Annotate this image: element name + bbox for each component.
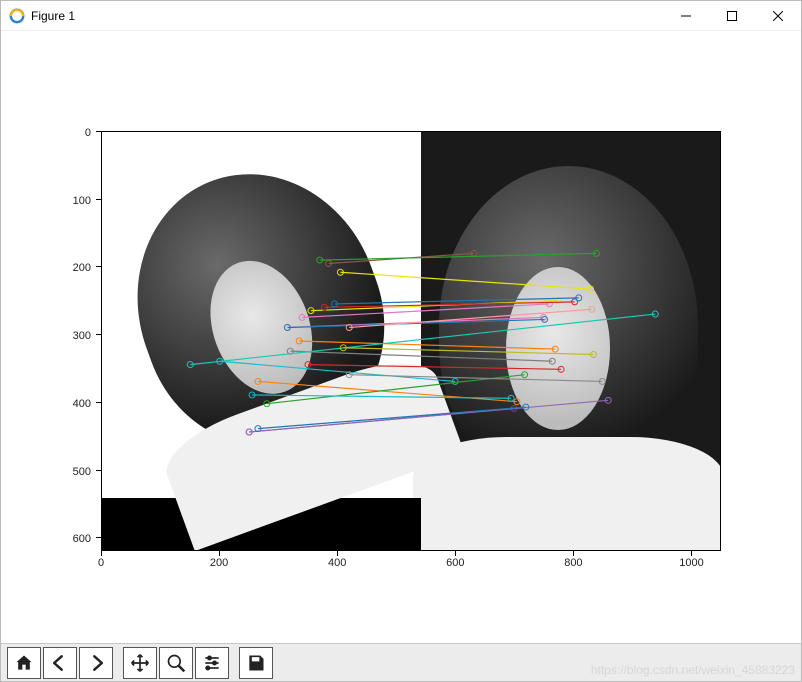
x-tick-label: 1000	[679, 557, 703, 569]
y-tick-label: 500	[51, 466, 91, 478]
window-controls	[663, 1, 801, 30]
y-tick-label: 300	[51, 330, 91, 342]
match-line	[249, 400, 608, 432]
watermark: https://blog.csdn.net/weixin_45883223	[591, 663, 795, 677]
match-line	[343, 348, 593, 355]
match-line	[258, 381, 517, 401]
window-title: Figure 1	[31, 9, 75, 23]
x-tick-label: 0	[98, 557, 104, 569]
home-button[interactable]	[7, 647, 41, 679]
match-line	[220, 361, 455, 381]
match-line	[258, 407, 526, 429]
nav-toolbar: https://blog.csdn.net/weixin_45883223	[1, 643, 801, 681]
y-tick-label: 0	[51, 127, 91, 139]
x-tick-label: 400	[328, 557, 346, 569]
y-tick-label: 200	[51, 262, 91, 274]
axes[interactable]: 020040060080010000100200300400500600	[101, 131, 721, 551]
configure-button[interactable]	[195, 647, 229, 679]
y-tick-label: 100	[51, 195, 91, 207]
figure-window: Figure 1	[0, 0, 802, 682]
x-tick-label: 800	[564, 557, 582, 569]
x-tick-label: 600	[446, 557, 464, 569]
match-line	[252, 395, 511, 398]
pan-button[interactable]	[123, 647, 157, 679]
app-icon	[9, 8, 25, 24]
back-button[interactable]	[43, 647, 77, 679]
match-line	[308, 365, 561, 370]
y-tick-label: 600	[51, 533, 91, 545]
maximize-button[interactable]	[709, 1, 755, 30]
titlebar: Figure 1	[1, 1, 801, 31]
close-button[interactable]	[755, 1, 801, 30]
forward-button[interactable]	[79, 647, 113, 679]
figure-canvas[interactable]: 0 200 400 600 800 1000 0 100 200 300 400 500 600	[1, 31, 801, 643]
save-button[interactable]	[239, 647, 273, 679]
match-line	[340, 272, 590, 289]
match-line	[287, 319, 544, 327]
x-tick-label: 200	[210, 557, 228, 569]
zoom-button[interactable]	[159, 647, 193, 679]
y-tick-label: 400	[51, 398, 91, 410]
match-lines-layer	[102, 132, 720, 550]
match-line	[299, 341, 555, 349]
minimize-button[interactable]	[663, 1, 709, 30]
